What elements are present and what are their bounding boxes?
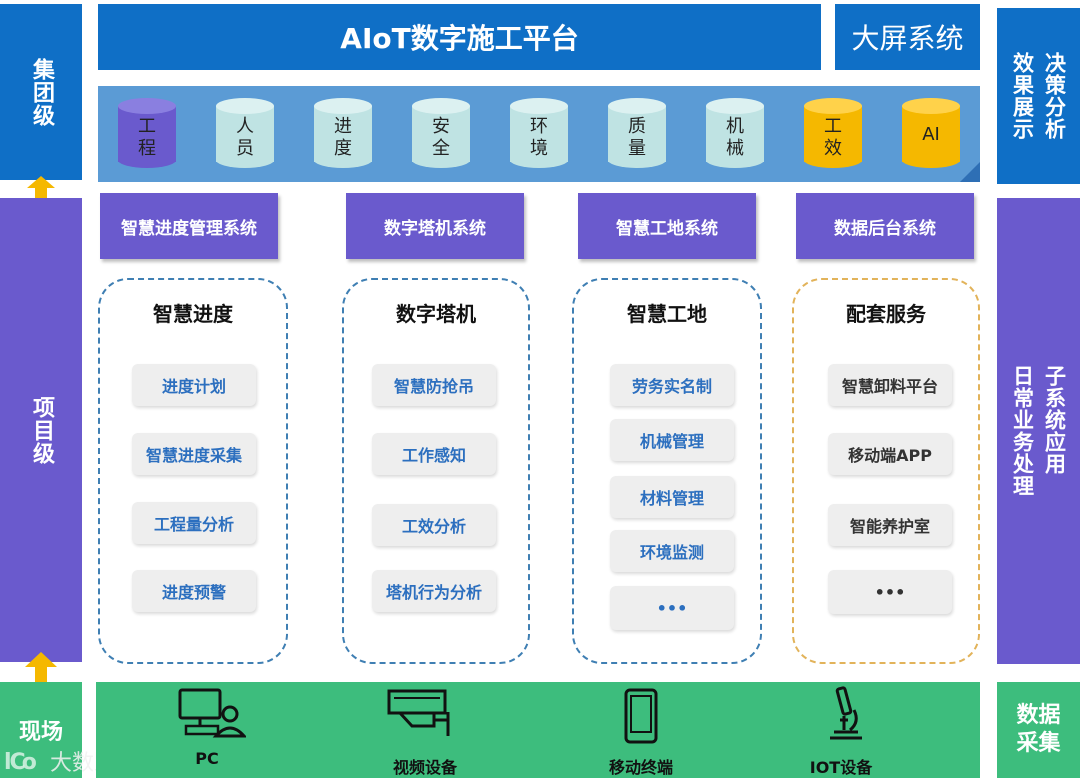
data-store-label: 工 效 — [824, 116, 842, 159]
list-item-more[interactable]: ••• — [828, 570, 952, 614]
platform-title-bar: AIoT数字施工平台 — [98, 4, 821, 70]
system-button-backend[interactable]: 数据后台系统 — [796, 193, 974, 259]
arrow-up-icon — [25, 652, 57, 686]
subsystem-app-label: 子系统应用 日常业务处理 — [997, 198, 1080, 664]
data-collection-label: 数据采集 — [997, 682, 1080, 778]
group-title: 数字塔机 — [396, 302, 476, 326]
data-store-cylinder: 工 效 — [804, 98, 862, 168]
data-store-cylinder: 安 全 — [412, 98, 470, 168]
bigscreen-title-bar: 大屏系统 — [835, 4, 980, 70]
group-title: 智慧进度 — [153, 302, 233, 326]
cylinder-top — [412, 98, 470, 114]
cylinder-top — [314, 98, 372, 114]
data-store-label: 人 员 — [236, 116, 254, 159]
data-store-cylinder: 质 量 — [608, 98, 666, 168]
cylinder-top — [118, 98, 176, 114]
cylinder-top — [510, 98, 568, 114]
watermark-logo-icon: lCo — [4, 750, 37, 774]
list-item[interactable]: 智能养护室 — [828, 504, 952, 546]
list-item[interactable]: 环境监测 — [610, 530, 734, 572]
group-support-services: 配套服务 智慧卸料平台 移动端APP 智能养护室 ••• — [792, 278, 980, 664]
list-item[interactable]: 工作感知 — [372, 433, 496, 475]
data-store-cylinder: 环 境 — [510, 98, 568, 168]
list-item[interactable]: 材料管理 — [610, 476, 734, 518]
data-store-label: 机 械 — [726, 116, 744, 159]
list-item[interactable]: 智慧防抢吊 — [372, 364, 496, 406]
data-store-cylinder: 进 度 — [314, 98, 372, 168]
cylinder-top — [216, 98, 274, 114]
group-level-label: 集团级 — [0, 4, 82, 180]
pc-user-icon — [178, 688, 248, 738]
list-item[interactable]: 移动端APP — [828, 433, 952, 475]
list-item[interactable]: 智慧卸料平台 — [828, 364, 952, 406]
decision-display-label: 决策分析 效果展示 — [997, 8, 1080, 184]
device-label-mobile: 移动终端 — [608, 758, 673, 777]
data-store-cylinder: 人 员 — [216, 98, 274, 168]
list-item-more[interactable]: ••• — [610, 586, 734, 630]
data-store-label: 质 量 — [628, 116, 646, 159]
data-store-label: 工 程 — [138, 116, 156, 159]
list-item[interactable]: 智慧进度采集 — [132, 433, 256, 475]
project-level-label: 项目级 — [0, 198, 82, 662]
list-item[interactable]: 塔机行为分析 — [372, 570, 496, 612]
group-smart-site: 智慧工地 劳务实名制 机械管理 材料管理 环境监测 ••• — [572, 278, 762, 664]
cylinder-top — [706, 98, 764, 114]
group-smart-progress: 智慧进度 进度计划 智慧进度采集 工程量分析 进度预警 — [98, 278, 288, 664]
data-store-label: 进 度 — [334, 116, 352, 159]
list-item[interactable]: 进度预警 — [132, 570, 256, 612]
system-button-tower[interactable]: 数字塔机系统 — [346, 193, 524, 259]
cylinder-top — [902, 98, 960, 114]
list-item[interactable]: 劳务实名制 — [610, 364, 734, 406]
device-label-pc: PC — [195, 749, 219, 768]
svg-text:lCo: lCo — [4, 750, 37, 774]
microscope-icon — [826, 686, 866, 742]
device-label-camera: 视频设备 — [392, 758, 457, 777]
data-store-cylinder: 工 程 — [118, 98, 176, 168]
camera-icon — [386, 688, 454, 740]
list-item[interactable]: 机械管理 — [610, 419, 734, 461]
data-store-cylinder: 机 械 — [706, 98, 764, 168]
system-button-progress[interactable]: 智慧进度管理系统 — [100, 193, 278, 259]
phone-icon — [624, 688, 658, 744]
data-store-label: 安 全 — [432, 116, 450, 159]
device-label-iot: IOT设备 — [809, 758, 873, 777]
data-store-label: AI — [922, 124, 940, 145]
data-store-cylinder: AI — [902, 98, 960, 168]
list-item[interactable]: 工程量分析 — [132, 502, 256, 544]
group-title: 配套服务 — [846, 302, 926, 326]
data-store-label: 环 境 — [530, 116, 548, 159]
list-item[interactable]: 工效分析 — [372, 504, 496, 546]
cylinder-top — [608, 98, 666, 114]
group-digital-tower: 数字塔机 智慧防抢吊 工作感知 工效分析 塔机行为分析 — [342, 278, 530, 664]
group-title: 智慧工地 — [627, 302, 707, 326]
system-button-site[interactable]: 智慧工地系统 — [578, 193, 756, 259]
cylinder-top — [804, 98, 862, 114]
list-item[interactable]: 进度计划 — [132, 364, 256, 406]
